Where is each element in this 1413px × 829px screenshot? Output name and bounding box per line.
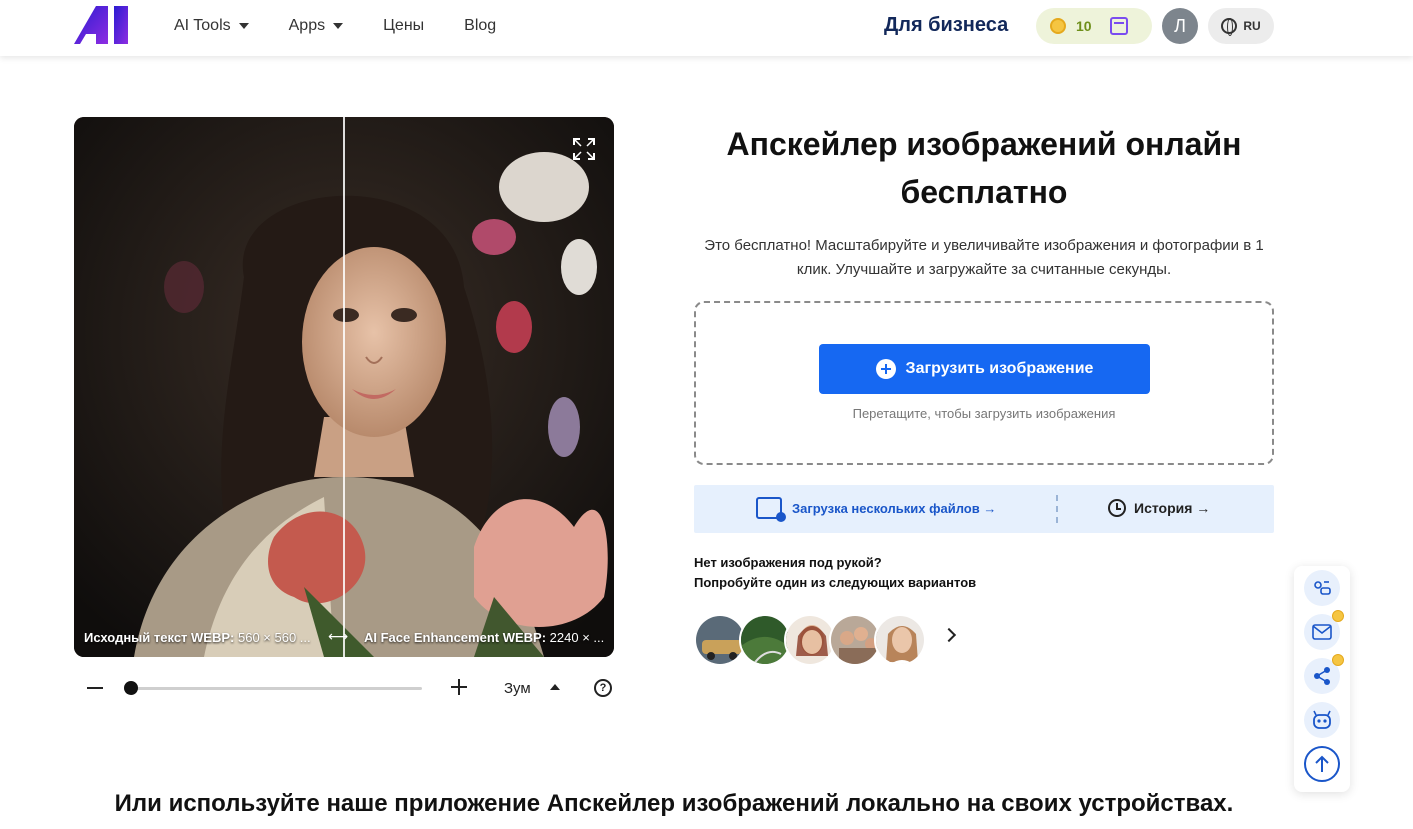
nav-apps[interactable]: Apps [288,17,344,35]
drop-hint: Перетащите, чтобы загрузить изображения [852,406,1116,421]
app-download-heading: Или используйте наше приложение Апскейле… [114,790,1234,817]
sample-thumbnails [694,614,926,666]
history-icon [1108,499,1126,517]
share-icon[interactable] [1304,654,1344,694]
image-upload-icon [756,497,786,522]
coin-count: 10 [1076,18,1092,34]
robot-icon[interactable] [1304,702,1340,738]
sample-blonde-woman[interactable] [874,614,926,666]
feedback-icon[interactable] [1304,570,1340,606]
divider [1056,495,1058,523]
history-link[interactable]: История → [1108,499,1210,517]
avatar[interactable]: Л [1162,8,1198,44]
zoom-in-icon[interactable] [451,679,467,695]
enhanced-caption: AI Face Enhancement WEBP: 2240 × ... [364,630,614,645]
sample-prompt-line2: Попробуйте один из следующих вариантов [694,575,977,590]
zoom-label[interactable]: Зум [504,680,531,697]
language-selector[interactable]: RU [1208,8,1274,44]
nav-ai-tools[interactable]: AI Tools [174,17,249,35]
nav-label: Blog [464,17,497,34]
nav-label: Apps [288,17,326,34]
plus-circle-icon [875,359,896,379]
chevron-up-icon[interactable] [550,684,560,690]
zoom-slider-track[interactable] [130,687,422,690]
globe-icon [1221,18,1238,36]
nav-pricing[interactable]: Цены [383,17,424,35]
help-icon[interactable]: ? [594,679,612,697]
original-label: Исходный текст WEBP: [84,630,235,645]
zoom-slider-thumb[interactable] [124,681,138,695]
upload-image-button[interactable]: Загрузить изображение [819,344,1150,394]
upload-dropzone[interactable]: Загрузить изображение Перетащите, чтобы … [694,301,1274,465]
page-title: Апскейлер изображений онлайн бесплатно [726,126,1242,210]
enhanced-size: 2240 × ... [549,630,605,645]
enhanced-label: AI Face Enhancement WEBP: [364,630,547,645]
upload-options-bar: Загрузка нескольких файлов → История → [694,485,1274,533]
original-size: 560 × 560 ... [237,630,311,645]
calendar-icon[interactable] [1109,17,1128,35]
nav-label: Цены [383,17,425,34]
business-link[interactable]: Для бизнеса [884,14,1008,37]
original-caption: Исходный текст WEBP: 560 × 560 ... [84,630,324,645]
chevron-down-icon [238,23,249,29]
coin-icon [1050,18,1066,34]
main-nav: AI Tools Apps Цены Blog [174,17,536,35]
fullscreen-icon[interactable] [572,137,596,161]
logo[interactable] [74,6,130,44]
nav-label: AI Tools [174,17,231,34]
zoom-controls: Зум ? [74,674,614,702]
compare-divider[interactable] [343,117,345,657]
sample-prompt: Нет изображения под рукой? Попробуйте од… [694,553,976,593]
upload-button-label: Загрузить изображение [905,360,1094,377]
coin-badge-icon [1332,654,1344,666]
language-code: RU [1243,19,1261,33]
left-right-arrow-icon: ⟷ [328,628,349,644]
history-label: История → [1134,500,1211,516]
coin-badge-icon [1332,610,1344,622]
page-description: Это бесплатно! Масштабируйте и увеличива… [704,237,1264,278]
image-compare[interactable]: Исходный текст WEBP: 560 × 560 ... ⟷ AI … [74,117,614,657]
floating-side-panel [1294,566,1350,792]
arrow-up-icon[interactable] [1304,746,1340,782]
mail-icon[interactable] [1304,610,1344,650]
multi-upload-link[interactable]: Загрузка нескольких файлов → [756,497,997,522]
nav-blog[interactable]: Blog [464,17,496,35]
coins-balance[interactable]: 10 [1036,8,1152,44]
multi-upload-label: Загрузка нескольких файлов → [792,500,997,516]
zoom-out-icon[interactable] [87,687,103,689]
chevron-right-icon[interactable] [941,627,957,643]
header: AI Tools Apps Цены Blog Для бизнеса 10 Л… [0,0,1413,56]
sample-prompt-line1: Нет изображения под рукой? [694,555,882,570]
chevron-down-icon [333,23,344,29]
